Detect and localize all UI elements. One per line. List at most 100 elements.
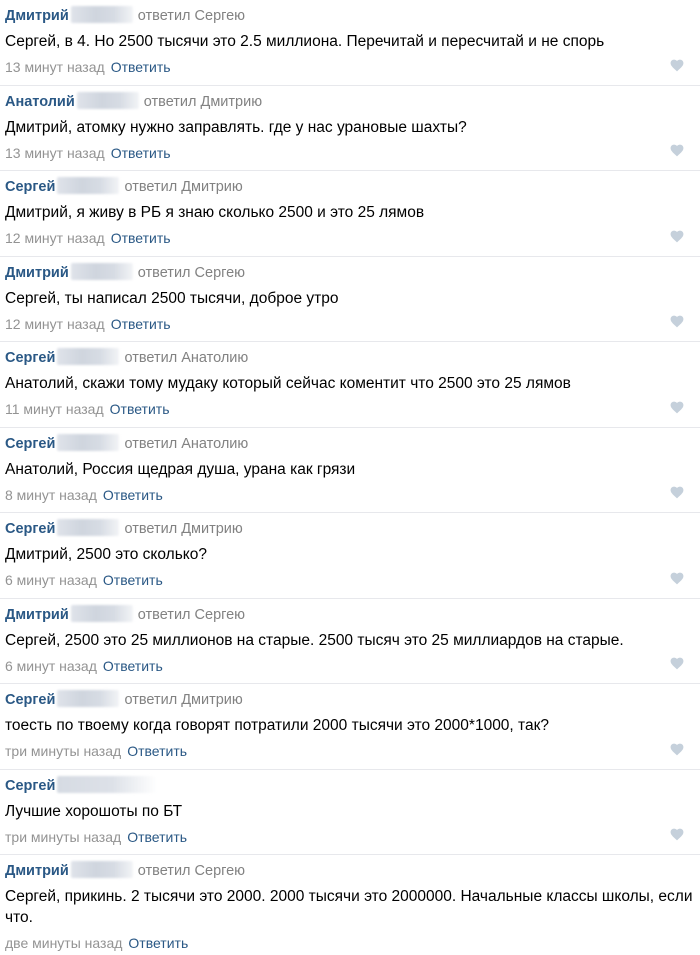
timestamp[interactable]: 6 минут назад bbox=[5, 572, 97, 588]
heart-icon[interactable] bbox=[670, 315, 684, 328]
comment-text: Анатолий, скажи тому мудаку который сейч… bbox=[5, 375, 571, 392]
author-name[interactable]: Анатолий bbox=[5, 94, 75, 110]
comment-meta: 6 минут назад Ответить bbox=[5, 571, 700, 589]
reply-to-label[interactable]: ответил Сергею bbox=[138, 265, 245, 281]
comment-header: Дмитрий ответил Сергею bbox=[5, 262, 700, 282]
timestamp[interactable]: 12 минут назад bbox=[5, 316, 105, 332]
comment-text: тоесть по твоему когда говорят потратили… bbox=[5, 717, 549, 734]
reply-button[interactable]: Ответить bbox=[127, 743, 187, 759]
comment-item: Сергей Лучшие хорошоты по БТ три минуты … bbox=[0, 770, 700, 855]
comment-text: Сергей, прикинь. 2 тысячи это 2000. 2000… bbox=[5, 888, 693, 926]
comment-meta: 6 минут назад Ответить bbox=[5, 657, 700, 675]
heart-icon[interactable] bbox=[670, 743, 684, 756]
redacted-surname bbox=[76, 91, 139, 109]
timestamp[interactable]: 12 минут назад bbox=[5, 230, 105, 246]
timestamp[interactable]: три минуты назад bbox=[5, 743, 121, 759]
comment-text: Лучшие хорошоты по БТ bbox=[5, 802, 183, 820]
comment-item: Дмитрий ответил Сергею Сергей, прикинь. … bbox=[0, 855, 700, 955]
reply-to-label[interactable]: ответил Сергею bbox=[138, 8, 245, 24]
author-name[interactable]: Дмитрий bbox=[5, 863, 69, 879]
heart-icon[interactable] bbox=[670, 144, 684, 157]
comment-header: Дмитрий ответил Сергею bbox=[5, 604, 700, 624]
author-name[interactable]: Дмитрий bbox=[5, 607, 69, 623]
comment-meta: 8 минут назад Ответить bbox=[5, 486, 700, 504]
timestamp[interactable]: 11 минут назад bbox=[5, 401, 104, 417]
comment-meta: две минуты назад Ответить bbox=[5, 934, 700, 952]
author-name[interactable]: Дмитрий bbox=[5, 265, 69, 281]
author-name[interactable]: Сергей bbox=[5, 179, 55, 195]
comment-text: Анатолий, Россия щедрая душа, урана как … bbox=[5, 460, 356, 478]
reply-to-label[interactable]: ответил Дмитрию bbox=[124, 521, 242, 537]
comment-meta: 13 минут назад Ответить bbox=[5, 144, 700, 162]
comment-item: Сергей ответил Дмитрию Дмитрий, я живу в… bbox=[0, 171, 700, 257]
redacted-surname bbox=[70, 262, 133, 280]
heart-icon[interactable] bbox=[670, 401, 684, 414]
author-name[interactable]: Сергей bbox=[5, 350, 55, 366]
redacted-surname bbox=[57, 690, 120, 707]
timestamp[interactable]: 13 минут назад bbox=[5, 59, 105, 75]
reply-to-label[interactable]: ответил Сергею bbox=[138, 607, 245, 623]
reply-to-label[interactable]: ответил Сергею bbox=[138, 863, 245, 879]
reply-to-label[interactable]: ответил Дмитрию bbox=[124, 179, 242, 195]
heart-icon[interactable] bbox=[670, 657, 684, 670]
comment-item: Анатолий ответил Дмитрию Дмитрий, атомку… bbox=[0, 86, 700, 171]
comment-header: Сергей ответил Дмитрию bbox=[5, 690, 700, 709]
author-name[interactable]: Сергей bbox=[5, 692, 55, 708]
author-name[interactable]: Сергей bbox=[5, 778, 55, 794]
timestamp[interactable]: 13 минут назад bbox=[5, 145, 105, 161]
reply-button[interactable]: Ответить bbox=[127, 829, 187, 845]
reply-button[interactable]: Ответить bbox=[103, 487, 163, 503]
comment-meta: три минуты назад Ответить bbox=[5, 742, 700, 760]
redacted-surname bbox=[57, 433, 120, 451]
comments-feed: Дмитрий ответил Сергею Сергей, в 4. Но 2… bbox=[0, 0, 700, 955]
author-name[interactable]: Дмитрий bbox=[5, 8, 69, 24]
comment-text: Дмитрий, атомку нужно заправлять. где у … bbox=[5, 118, 467, 136]
reply-to-label[interactable]: ответил Анатолию bbox=[124, 350, 248, 366]
comment-header: Анатолий ответил Дмитрию bbox=[5, 91, 700, 111]
reply-to-label[interactable]: ответил Анатолию bbox=[124, 436, 248, 452]
comment-item: Сергей ответил Анатолию Анатолий, скажи … bbox=[0, 342, 700, 428]
reply-button[interactable]: Ответить bbox=[111, 230, 171, 246]
reply-button[interactable]: Ответить bbox=[103, 658, 163, 674]
comment-header: Дмитрий ответил Сергею bbox=[5, 861, 700, 880]
redacted-surname bbox=[57, 775, 158, 793]
timestamp[interactable]: три минуты назад bbox=[5, 829, 121, 845]
heart-icon[interactable] bbox=[670, 230, 684, 243]
comment-header: Сергей ответил Дмитрию bbox=[5, 177, 700, 196]
comment-meta: 11 минут назад Ответить bbox=[5, 400, 700, 418]
comment-header: Дмитрий ответил Сергею bbox=[5, 6, 700, 25]
redacted-surname bbox=[57, 519, 120, 536]
reply-button[interactable]: Ответить bbox=[111, 145, 171, 161]
comment-meta: 12 минут назад Ответить bbox=[5, 229, 700, 247]
author-name[interactable]: Сергей bbox=[5, 436, 55, 452]
reply-to-label[interactable]: ответил Дмитрию bbox=[124, 692, 242, 708]
comment-header: Сергей ответил Анатолию bbox=[5, 433, 700, 453]
redacted-surname bbox=[70, 861, 133, 878]
comment-item: Сергей ответил Анатолию Анатолий, Россия… bbox=[0, 428, 700, 513]
comment-text: Дмитрий, я живу в РБ я знаю сколько 2500… bbox=[5, 204, 425, 221]
heart-icon[interactable] bbox=[670, 572, 684, 585]
reply-button[interactable]: Ответить bbox=[128, 935, 188, 951]
comment-item: Дмитрий ответил Сергею Сергей, ты написа… bbox=[0, 257, 700, 342]
comment-meta: три минуты назад Ответить bbox=[5, 828, 700, 846]
reply-button[interactable]: Ответить bbox=[111, 59, 171, 75]
author-name[interactable]: Сергей bbox=[5, 521, 55, 537]
comment-item: Сергей ответил Дмитрию тоесть по твоему … bbox=[0, 684, 700, 770]
redacted-surname bbox=[70, 604, 133, 622]
reply-button[interactable]: Ответить bbox=[111, 316, 171, 332]
timestamp[interactable]: 8 минут назад bbox=[5, 487, 97, 503]
reply-button[interactable]: Ответить bbox=[110, 401, 170, 417]
comment-meta: 13 минут назад Ответить bbox=[5, 58, 700, 76]
heart-icon[interactable] bbox=[670, 828, 684, 841]
heart-icon[interactable] bbox=[670, 59, 684, 72]
comment-meta: 12 минут назад Ответить bbox=[5, 315, 700, 333]
heart-icon[interactable] bbox=[670, 486, 684, 499]
comment-header: Сергей bbox=[5, 775, 700, 795]
comment-text: Сергей, в 4. Но 2500 тысячи это 2.5 милл… bbox=[5, 33, 605, 50]
comment-item: Сергей ответил Дмитрию Дмитрий, 2500 это… bbox=[0, 513, 700, 599]
reply-button[interactable]: Ответить bbox=[103, 572, 163, 588]
timestamp[interactable]: 6 минут назад bbox=[5, 658, 97, 674]
reply-to-label[interactable]: ответил Дмитрию bbox=[144, 94, 262, 110]
comment-text: Сергей, ты написал 2500 тысячи, доброе у… bbox=[5, 289, 339, 307]
timestamp[interactable]: две минуты назад bbox=[5, 935, 122, 951]
